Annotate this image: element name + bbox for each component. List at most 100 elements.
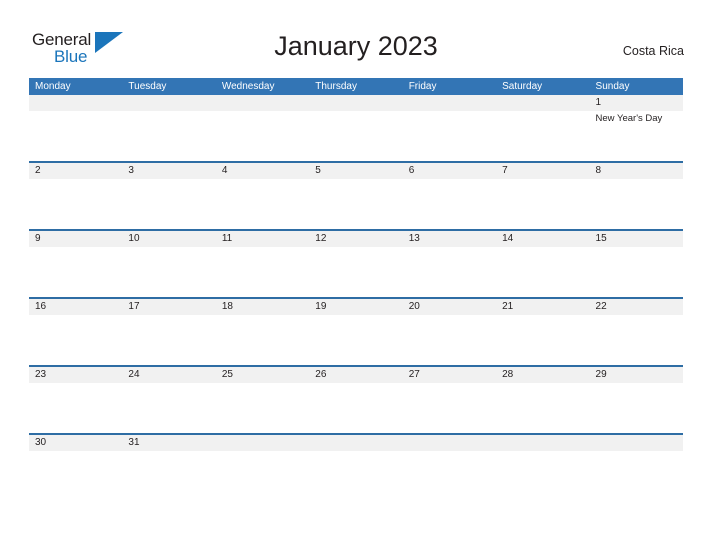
calendar-week-row: 1 New Year's Day bbox=[29, 95, 683, 163]
day-number[interactable]: 27 bbox=[403, 367, 496, 383]
day-number-empty bbox=[216, 95, 309, 111]
day-events-empty bbox=[496, 315, 589, 365]
day-number[interactable]: 30 bbox=[29, 435, 122, 451]
day-number[interactable]: 13 bbox=[403, 231, 496, 247]
day-events-empty bbox=[29, 383, 122, 433]
day-events-empty bbox=[403, 247, 496, 297]
page-title: January 2023 bbox=[274, 31, 438, 61]
week-date-band: 1 bbox=[29, 95, 683, 111]
week-date-band: 16 17 18 19 20 21 22 bbox=[29, 299, 683, 315]
day-events-empty bbox=[496, 247, 589, 297]
day-events-empty bbox=[29, 179, 122, 229]
day-events-empty bbox=[309, 247, 402, 297]
day-number[interactable]: 8 bbox=[590, 163, 683, 179]
day-number[interactable]: 17 bbox=[122, 299, 215, 315]
weekday-header-monday: Monday bbox=[35, 81, 71, 92]
logo-text-blue: Blue bbox=[54, 47, 88, 66]
week-event-band: New Year's Day bbox=[29, 111, 683, 161]
weekday-header-row: Monday Tuesday Wednesday Thursday Friday… bbox=[29, 78, 683, 95]
day-number[interactable]: 12 bbox=[309, 231, 402, 247]
day-number-empty bbox=[122, 95, 215, 111]
day-number[interactable]: 7 bbox=[496, 163, 589, 179]
day-number[interactable]: 9 bbox=[29, 231, 122, 247]
day-number[interactable]: 29 bbox=[590, 367, 683, 383]
week-event-band bbox=[29, 315, 683, 365]
general-blue-logo[interactable]: General Blue bbox=[32, 31, 142, 67]
day-events-empty bbox=[590, 315, 683, 365]
day-events-empty bbox=[590, 247, 683, 297]
logo-text-general: General bbox=[32, 30, 92, 49]
page-header: General Blue January 2023 Costa Rica bbox=[0, 0, 712, 74]
day-number[interactable]: 16 bbox=[29, 299, 122, 315]
day-number[interactable]: 6 bbox=[403, 163, 496, 179]
day-events-empty bbox=[496, 179, 589, 229]
day-events-empty bbox=[122, 315, 215, 365]
day-number[interactable]: 2 bbox=[29, 163, 122, 179]
day-number-empty bbox=[216, 435, 309, 451]
day-number[interactable]: 11 bbox=[216, 231, 309, 247]
day-events-empty bbox=[216, 451, 309, 457]
day-number-empty bbox=[403, 95, 496, 111]
day-number[interactable]: 25 bbox=[216, 367, 309, 383]
day-events-empty bbox=[403, 315, 496, 365]
day-events-empty bbox=[309, 315, 402, 365]
holiday-label: New Year's Day bbox=[595, 113, 663, 124]
day-number-empty bbox=[496, 435, 589, 451]
calendar-week-row: 2345678 bbox=[29, 163, 683, 231]
day-events-empty bbox=[496, 451, 589, 457]
week-date-band: 2345678 bbox=[29, 163, 683, 179]
day-number[interactable]: 28 bbox=[496, 367, 589, 383]
day-number[interactable]: 22 bbox=[590, 299, 683, 315]
day-events-empty bbox=[403, 111, 496, 161]
day-number[interactable]: 24 bbox=[122, 367, 215, 383]
day-number[interactable]: 23 bbox=[29, 367, 122, 383]
day-number[interactable]: 5 bbox=[309, 163, 402, 179]
week-event-band bbox=[29, 451, 683, 457]
day-events-empty bbox=[309, 451, 402, 457]
day-events-empty bbox=[122, 451, 215, 457]
day-events-empty bbox=[216, 383, 309, 433]
day-number[interactable]: 20 bbox=[403, 299, 496, 315]
day-events-empty bbox=[590, 451, 683, 457]
day-number[interactable]: 26 bbox=[309, 367, 402, 383]
day-number-empty bbox=[403, 435, 496, 451]
weekday-header-friday: Friday bbox=[408, 81, 437, 92]
day-events-empty bbox=[122, 179, 215, 229]
day-events-empty bbox=[122, 111, 215, 161]
day-events-empty bbox=[122, 383, 215, 433]
day-number[interactable]: 21 bbox=[496, 299, 589, 315]
week-event-band bbox=[29, 179, 683, 229]
day-number-empty bbox=[309, 95, 402, 111]
calendar-week-row: 16 17 18 19 20 21 22 bbox=[29, 299, 683, 367]
day-events[interactable]: New Year's Day bbox=[590, 111, 683, 161]
week-date-band: 23 24 25 26 27 28 29 bbox=[29, 367, 683, 383]
day-number[interactable]: 3 bbox=[122, 163, 215, 179]
day-events-empty bbox=[590, 179, 683, 229]
calendar-table: Monday Tuesday Wednesday Thursday Friday… bbox=[29, 78, 683, 457]
week-date-band: 30 31 bbox=[29, 435, 683, 451]
day-number-empty bbox=[309, 435, 402, 451]
day-number[interactable]: 15 bbox=[590, 231, 683, 247]
calendar-week-row: 9 10 11 12 13 14 15 bbox=[29, 231, 683, 299]
day-events-empty bbox=[216, 111, 309, 161]
day-number[interactable]: 14 bbox=[496, 231, 589, 247]
day-number[interactable]: 18 bbox=[216, 299, 309, 315]
country-label: Costa Rica bbox=[622, 44, 684, 58]
week-event-band bbox=[29, 247, 683, 297]
weekday-header-thursday: Thursday bbox=[315, 81, 357, 92]
day-events-empty bbox=[29, 111, 122, 161]
day-events-empty bbox=[29, 315, 122, 365]
week-date-band: 9 10 11 12 13 14 15 bbox=[29, 231, 683, 247]
weekday-header-tuesday: Tuesday bbox=[128, 81, 167, 92]
day-number[interactable]: 19 bbox=[309, 299, 402, 315]
day-events-empty bbox=[590, 383, 683, 433]
day-number[interactable]: 31 bbox=[122, 435, 215, 451]
day-number[interactable]: 1 bbox=[590, 95, 683, 111]
day-events-empty bbox=[309, 383, 402, 433]
day-number[interactable]: 4 bbox=[216, 163, 309, 179]
weekday-header-wednesday: Wednesday bbox=[221, 81, 275, 92]
day-number[interactable]: 10 bbox=[122, 231, 215, 247]
flag-triangle-icon bbox=[95, 32, 123, 54]
day-events-empty bbox=[122, 247, 215, 297]
day-number-empty bbox=[29, 95, 122, 111]
